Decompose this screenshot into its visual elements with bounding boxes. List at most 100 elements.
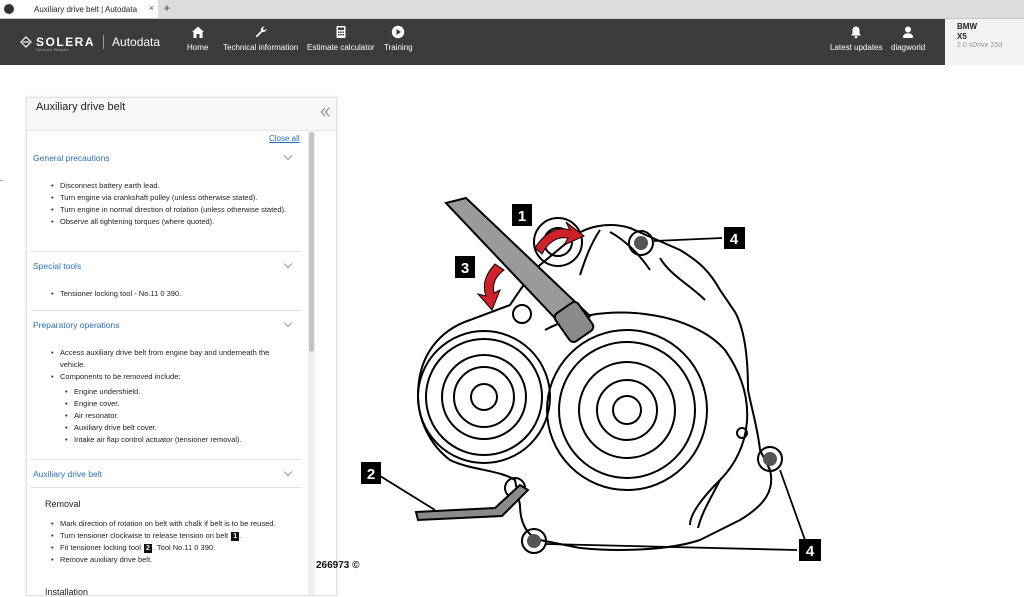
selected-vehicle[interactable]: BMW X5 2.0 xDrive 25d <box>945 19 1024 65</box>
callout-box-1: 1 <box>512 204 532 226</box>
scrollbar-thumb[interactable] <box>309 132 314 352</box>
nav-estimate-calculator[interactable]: Estimate calculator <box>307 25 375 61</box>
general-precautions-list: Disconnect battery earth lead. Turn engi… <box>51 180 303 228</box>
product-name: Autodata <box>112 35 161 49</box>
installation-heading: Installation <box>45 587 89 597</box>
new-tab-button[interactable]: + <box>160 1 174 15</box>
solera-logo-icon <box>20 36 32 48</box>
callout-lines <box>379 237 806 551</box>
step-text: . Tool No.11 0 390. <box>152 543 216 552</box>
page-edge-mark <box>0 180 3 181</box>
callout-box-2: 2 <box>361 462 381 484</box>
special-tools-list: Tensioner locking tool - No.11 0 390. <box>51 288 303 300</box>
user-icon <box>902 26 914 38</box>
solera-autodata-logo[interactable]: SOLERA Vehicle Repair Autodata <box>20 31 160 53</box>
section-preparatory-operations[interactable]: Preparatory operations <box>27 318 301 334</box>
chevron-down-icon <box>283 263 293 269</box>
panel-scrollbar[interactable] <box>308 130 315 595</box>
chevron-down-icon <box>283 471 293 477</box>
locking-tool <box>414 483 530 522</box>
section-divider <box>30 251 301 252</box>
vehicle-model: X5 <box>957 32 967 41</box>
callout-box-4-bottom: 4 <box>799 539 821 561</box>
logo-separator <box>103 35 105 49</box>
wrench-icon <box>255 26 267 38</box>
callout-label: 3 <box>461 260 469 277</box>
list-item: Fit tensioner locking tool 2. Tool No.11… <box>51 542 281 554</box>
autodata-favicon-icon <box>4 4 14 14</box>
tab-title: Auxiliary drive belt | Autodata <box>34 4 138 14</box>
list-item: Mark direction of rotation on belt with … <box>51 518 281 530</box>
vehicle-variant: 2.0 xDrive 25d <box>957 42 1003 49</box>
top-navigation-bar: SOLERA Vehicle Repair Autodata Home Tech… <box>0 19 945 65</box>
list-item: Turn engine via crankshaft pulley (unles… <box>51 192 303 204</box>
panel-title: Auxiliary drive belt <box>36 101 126 113</box>
step-text: Fit tensioner locking tool <box>60 543 141 552</box>
list-item: Auxiliary drive belt cover. <box>65 422 301 434</box>
diagram-reference-number: 266973 © <box>316 560 360 571</box>
nav-latest-updates[interactable]: Latest updates <box>830 25 882 61</box>
section-general-precautions[interactable]: General precautions <box>27 151 301 167</box>
nav-home-label: Home <box>187 43 209 52</box>
removal-heading: Removal <box>45 499 81 509</box>
section-divider <box>30 310 301 311</box>
browser-tab-strip: Auxiliary drive belt | Autodata × + <box>0 0 1024 19</box>
section-title: Auxiliary drive belt <box>33 469 102 479</box>
list-item: Turn tensioner clockwise to release tens… <box>51 530 281 542</box>
section-auxiliary-drive-belt[interactable]: Auxiliary drive belt <box>27 467 301 483</box>
list-item: Engine cover. <box>65 398 301 410</box>
callout-badge: 2 <box>143 544 152 553</box>
section-divider <box>30 487 301 488</box>
callout-box-3: 3 <box>455 256 475 278</box>
list-item: Components to be removed include: <box>51 371 279 383</box>
callout-box-4-top: 4 <box>724 227 745 249</box>
rotation-arrow-3 <box>476 263 505 311</box>
components-removed-list: Engine undershield. Engine cover. Air re… <box>65 386 301 446</box>
nav-technical-information-label: Technical information <box>223 43 299 52</box>
chevron-down-icon <box>283 322 293 328</box>
list-item: Turn engine in normal direction of rotat… <box>51 204 303 216</box>
nav-training-label: Training <box>384 43 413 52</box>
callout-badge: 1 <box>231 532 240 541</box>
calculator-icon <box>336 26 346 38</box>
list-item: Access auxiliary drive belt from engine … <box>51 347 279 371</box>
callout-label: 4 <box>730 231 739 248</box>
procedure-panel: Auxiliary drive belt Close all General p… <box>26 97 337 597</box>
chevron-down-icon <box>283 155 293 161</box>
section-title: General precautions <box>33 153 110 163</box>
nav-estimate-calculator-label: Estimate calculator <box>307 43 375 52</box>
preparatory-operations-list: Access auxiliary drive belt from engine … <box>51 347 279 383</box>
callout-label: 4 <box>806 543 815 560</box>
belt-tensioner-diagram: 1 2 3 4 4 <box>361 196 821 561</box>
nav-training[interactable]: Training <box>384 25 413 61</box>
step-text: Turn tensioner clockwise to release tens… <box>60 531 229 540</box>
list-item: Intake air flap control actuator (tensio… <box>65 434 301 446</box>
vehicle-make: BMW <box>957 22 977 31</box>
tab-close-icon[interactable]: × <box>149 3 154 13</box>
nav-user-account[interactable]: diagworld <box>891 25 925 61</box>
nav-latest-updates-label: Latest updates <box>830 43 883 52</box>
section-title: Special tools <box>33 261 82 271</box>
brand-subtitle: Vehicle Repair <box>36 47 69 52</box>
list-item: Observe all tightening torques (where qu… <box>51 216 303 228</box>
bell-icon <box>851 26 862 39</box>
removal-steps-list: Mark direction of rotation on belt with … <box>51 518 281 566</box>
play-icon <box>392 25 405 39</box>
list-item: Disconnect battery earth lead. <box>51 180 303 192</box>
section-special-tools[interactable]: Special tools <box>27 259 301 275</box>
nav-technical-information[interactable]: Technical information <box>223 25 298 61</box>
step-text: . <box>240 531 243 540</box>
list-item: Air resonator. <box>65 410 301 422</box>
callout-label: 2 <box>367 466 375 483</box>
home-icon <box>191 26 204 38</box>
double-chevron-left-icon[interactable] <box>319 106 331 118</box>
nav-home[interactable]: Home <box>187 25 208 61</box>
close-all-link[interactable]: Close all <box>269 134 300 143</box>
list-item: Engine undershield. <box>65 386 301 398</box>
browser-tab[interactable]: Auxiliary drive belt | Autodata × <box>0 0 158 18</box>
callout-label: 1 <box>518 208 526 225</box>
nav-user-label: diagworld <box>891 43 926 52</box>
list-item: Remove auxiliary drive belt. <box>51 554 281 566</box>
section-divider <box>30 459 301 460</box>
panel-header: Auxiliary drive belt <box>27 98 336 131</box>
